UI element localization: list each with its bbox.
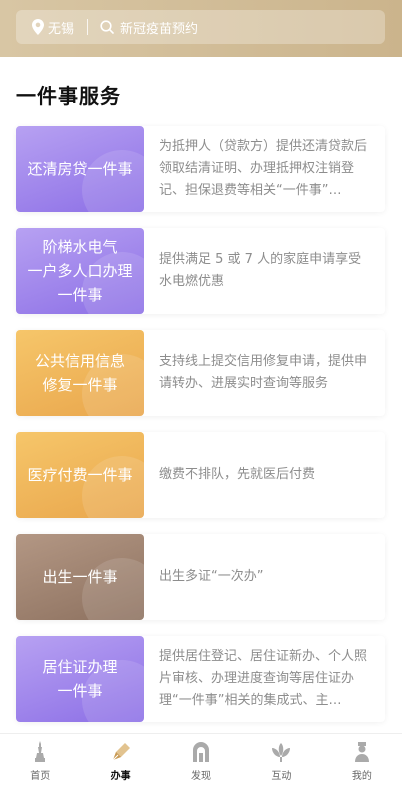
service-title: 还清房贷一件事	[27, 160, 133, 178]
lotus-icon	[272, 743, 291, 762]
service-title: 居住证办理 一件事	[42, 658, 118, 700]
service-description: 支持线上提交信用修复申请，提供申请转办、进展实时查询等服务	[159, 354, 368, 391]
search-divider	[87, 19, 89, 35]
home-tower-icon	[35, 741, 46, 762]
profile-icon	[354, 742, 369, 762]
tab-home[interactable]: 首页	[0, 734, 80, 791]
tab-label: 我的	[351, 771, 372, 782]
service-card-credit-repair[interactable]: 公共信用信息 修复一件事 支持线上提交信用修复申请，提供申请转办、进展实时查询等…	[16, 330, 385, 416]
tab-label: 首页	[30, 771, 51, 782]
service-thumbnail: 医疗付费一件事	[16, 432, 144, 518]
service-thumbnail: 阶梯水电气 一户多人口办理 一件事	[16, 228, 144, 314]
location-label[interactable]: 无锡	[48, 18, 74, 37]
tab-label: 互动	[271, 771, 292, 782]
tab-profile[interactable]: 我的	[322, 734, 402, 791]
search-bar[interactable]: 无锡 新冠疫苗预约	[16, 10, 385, 44]
service-description: 缴费不排队，先就医后付费	[159, 467, 316, 482]
tab-label: 发现	[191, 771, 212, 782]
tab-services[interactable]: 办事	[80, 734, 160, 791]
arch-icon	[193, 742, 210, 762]
service-title: 医疗付费一件事	[27, 466, 133, 484]
service-thumbnail: 居住证办理 一件事	[16, 636, 144, 722]
service-description: 提供居住登记、居住证新办、个人照片审核、办理进度查询等居住证办理“一件事”相关的…	[159, 649, 368, 708]
service-description: 为抵押人（贷款方）提供还清贷款后领取结清证明、办理抵押权注销登记、担保退费等相关…	[159, 139, 368, 198]
service-description: 提供满足 5 或 7 人的家庭申请享受水电燃优惠	[159, 252, 362, 289]
tab-label: 办事	[110, 771, 131, 782]
service-list: 还清房贷一件事 为抵押人（贷款方）提供还清贷款后领取结清证明、办理抵押权注销登记…	[16, 126, 385, 738]
service-card-residence-permit[interactable]: 居住证办理 一件事 提供居住登记、居住证新办、个人照片审核、办理进度查询等居住证…	[16, 636, 385, 722]
search-input[interactable]: 新冠疫苗预约	[120, 18, 198, 37]
service-description: 出生多证“一次办”	[159, 569, 264, 584]
tab-interact[interactable]: 互动	[241, 734, 321, 791]
bottom-tab-bar: 首页 办事 发现 互动 我的	[0, 733, 402, 791]
service-card-medical-payment[interactable]: 医疗付费一件事 缴费不排队，先就医后付费	[16, 432, 385, 518]
service-title: 出生一件事	[42, 568, 118, 586]
search-icon	[100, 20, 114, 34]
service-thumbnail: 出生一件事	[16, 534, 144, 620]
page-title: 一件事服务	[16, 84, 121, 108]
service-thumbnail: 公共信用信息 修复一件事	[16, 330, 144, 416]
tab-discover[interactable]: 发现	[161, 734, 241, 791]
service-card-birth[interactable]: 出生一件事 出生多证“一次办”	[16, 534, 385, 620]
top-header: 无锡 新冠疫苗预约	[0, 0, 402, 57]
location-pin-icon[interactable]	[32, 19, 44, 35]
pen-icon	[112, 743, 130, 761]
service-card-utilities[interactable]: 阶梯水电气 一户多人口办理 一件事 提供满足 5 或 7 人的家庭申请享受水电燃…	[16, 228, 385, 314]
service-card-mortgage[interactable]: 还清房贷一件事 为抵押人（贷款方）提供还清贷款后领取结清证明、办理抵押权注销登记…	[16, 126, 385, 212]
service-title: 阶梯水电气 一户多人口办理 一件事	[27, 238, 133, 304]
service-thumbnail: 还清房贷一件事	[16, 126, 144, 212]
service-title: 公共信用信息 修复一件事	[34, 352, 125, 394]
